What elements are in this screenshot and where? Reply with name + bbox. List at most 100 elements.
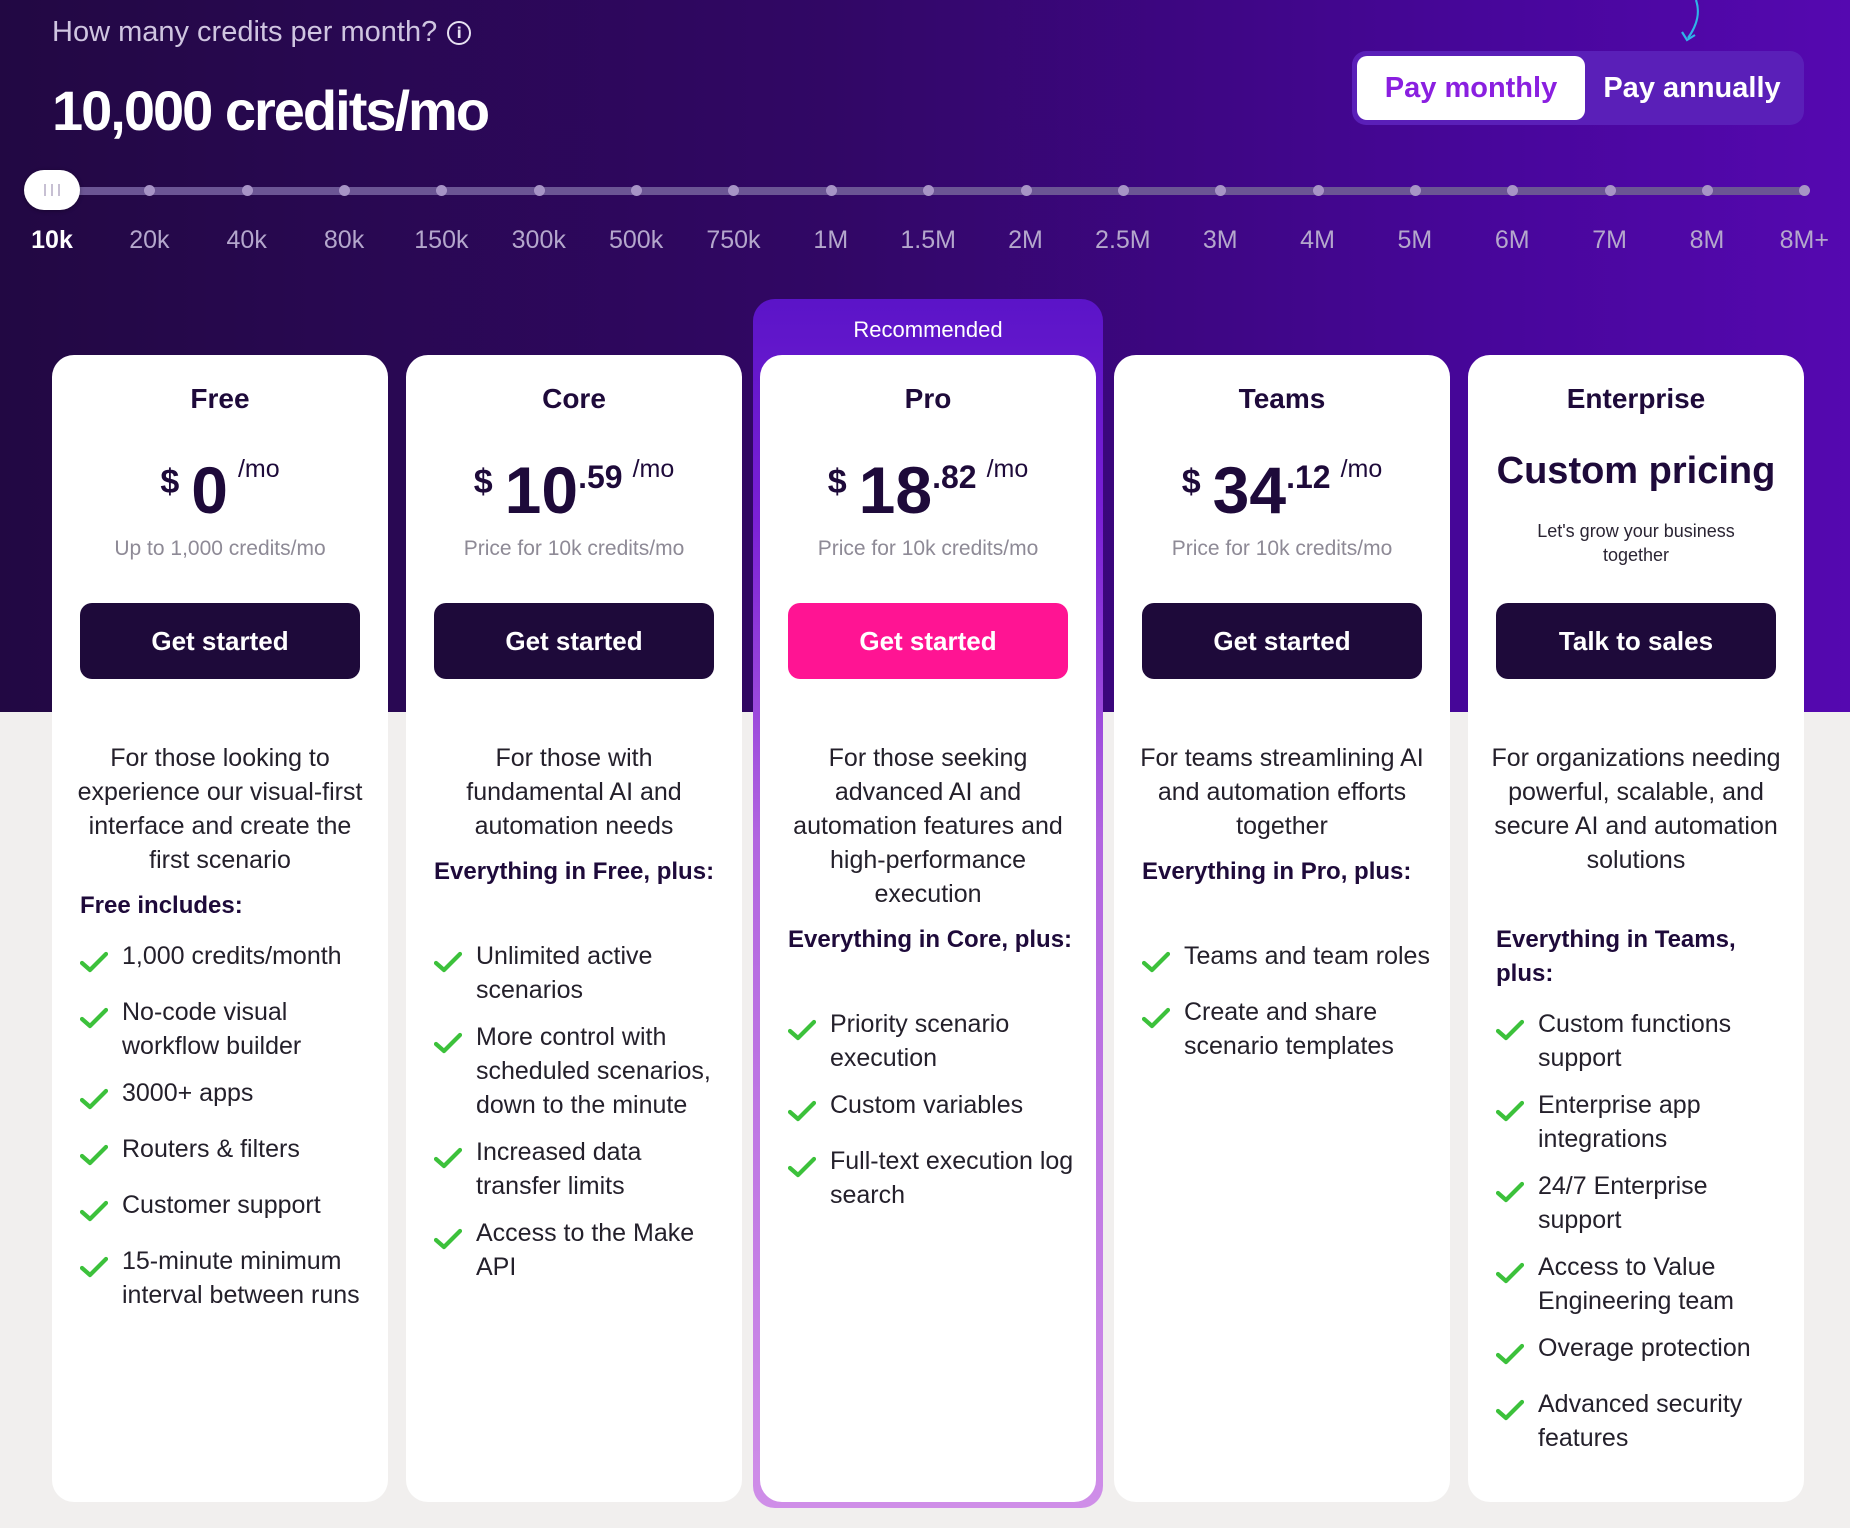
- includes-heading: Everything in Free, plus:: [434, 858, 715, 885]
- slider-step-dot[interactable]: [1604, 185, 1616, 196]
- plan-price: $ 18 .82 /mo: [760, 447, 1096, 523]
- feature-text: Enterprise app integrations: [1538, 1091, 1701, 1153]
- feature-list: Priority scenario execution Custom varia…: [787, 1007, 1078, 1225]
- slider-step-dot[interactable]: [1409, 185, 1421, 196]
- slider-label[interactable]: 2M: [981, 226, 1071, 255]
- checkmark-icon: [433, 1020, 476, 1063]
- credits-question: How many credits per month? i: [52, 16, 472, 49]
- checkmark-icon: [1495, 1088, 1538, 1131]
- pay-monthly-option[interactable]: Pay monthly: [1357, 56, 1585, 120]
- credits-question-text: How many credits per month?: [52, 16, 438, 48]
- feature-text: More control with scheduled scenarios, d…: [476, 1023, 711, 1119]
- plan-card-core: Core $ 10 .59 /mo Price for 10k credits/…: [406, 355, 742, 1502]
- slider-label[interactable]: 8M: [1662, 226, 1752, 255]
- selected-credits-value: 10,000 credits/mo: [52, 79, 490, 142]
- feature-item: Priority scenario execution: [787, 1007, 1078, 1075]
- checkmark-icon: [1495, 1250, 1538, 1293]
- plan-price: $ 10 .59 /mo: [406, 447, 742, 523]
- feature-text: Custom functions support: [1538, 1010, 1732, 1072]
- plan-description: For those seeking advanced AI and automa…: [793, 744, 1063, 908]
- slider-label[interactable]: 10k: [7, 226, 97, 255]
- feature-text: 15-minute minimum interval between runs: [122, 1247, 360, 1309]
- free-cta-button[interactable]: Get started: [80, 603, 360, 679]
- checkmark-icon: [79, 1188, 122, 1231]
- slider-label[interactable]: 3M: [1175, 226, 1265, 255]
- slider-label[interactable]: 150k: [396, 226, 486, 255]
- plan-card-pro: Pro $ 18 .82 /mo Price for 10k credits/m…: [760, 355, 1096, 1502]
- price-period: /mo: [237, 455, 280, 483]
- price-integer: 10: [504, 453, 579, 527]
- slider-step-dot[interactable]: [1312, 185, 1324, 196]
- core-cta-button[interactable]: Get started: [434, 603, 714, 679]
- slider-step-dot[interactable]: [1117, 185, 1129, 196]
- checkmark-icon: [787, 1088, 830, 1131]
- slider-label[interactable]: 6M: [1467, 226, 1557, 255]
- feature-item: Access to Value Engineering team: [1495, 1250, 1786, 1318]
- price-period: /mo: [1340, 455, 1383, 483]
- slider-step-dot[interactable]: [241, 185, 253, 196]
- includes-heading: Everything in Core, plus:: [788, 926, 1073, 953]
- plan-card-free: Free $ 0 /mo Up to 1,000 credits/mo Get …: [52, 355, 388, 1502]
- feature-item: Access to the Make API: [433, 1216, 724, 1284]
- checkmark-icon: [1495, 1169, 1538, 1212]
- slider-label[interactable]: 1.5M: [883, 226, 973, 255]
- slider-label[interactable]: 500k: [591, 226, 681, 255]
- plan-name: Free: [190, 383, 250, 414]
- feature-item: Full-text execution log search: [787, 1144, 1078, 1212]
- slider-label[interactable]: 1M: [786, 226, 876, 255]
- slider-step-dot[interactable]: [339, 185, 351, 196]
- checkmark-icon: [1495, 1331, 1538, 1374]
- info-icon[interactable]: i: [447, 20, 472, 45]
- feature-text: Advanced security features: [1538, 1390, 1743, 1452]
- includes-heading: Free includes:: [80, 892, 243, 919]
- price-integer: 18: [858, 453, 933, 527]
- feature-item: More control with scheduled scenarios, d…: [433, 1020, 724, 1122]
- pro-cta-button[interactable]: Get started: [788, 603, 1068, 679]
- feature-text: Custom variables: [830, 1091, 1024, 1119]
- feature-text: Teams and team roles: [1184, 942, 1430, 970]
- checkmark-icon: [79, 939, 122, 982]
- feature-text: 3000+ apps: [122, 1079, 254, 1107]
- feature-list: Custom functions support Enterprise app …: [1495, 1007, 1786, 1468]
- feature-text: 1,000 credits/month: [122, 942, 342, 970]
- price-period: /mo: [986, 455, 1029, 483]
- slider-label[interactable]: 4M: [1273, 226, 1363, 255]
- slider-label[interactable]: 80k: [299, 226, 389, 255]
- feature-item: Routers & filters: [79, 1132, 370, 1175]
- plan-description: For those with fundamental AI and automa…: [466, 744, 682, 840]
- price-note: Price for 10k credits/mo: [463, 537, 685, 560]
- slider-label[interactable]: 20k: [104, 226, 194, 255]
- price-decimal: .59: [578, 459, 623, 495]
- slider-label[interactable]: 5M: [1370, 226, 1460, 255]
- price-note: Price for 10k credits/mo: [1171, 537, 1393, 560]
- slider-step-dot[interactable]: [1701, 185, 1713, 196]
- plan-description: For those looking to experience our visu…: [77, 744, 363, 874]
- curly-arrow-icon: [1681, 0, 1699, 42]
- feature-list: Teams and team roles Create and share sc…: [1141, 939, 1432, 1076]
- slider-label[interactable]: 40k: [202, 226, 292, 255]
- slider-label[interactable]: 750k: [688, 226, 778, 255]
- slider-label[interactable]: 7M: [1565, 226, 1655, 255]
- slider-label[interactable]: 8M+: [1759, 226, 1849, 255]
- feature-item: Create and share scenario templates: [1141, 995, 1432, 1063]
- slider-label[interactable]: 300k: [494, 226, 584, 255]
- billing-toggle: Pay monthly Pay annually: [1352, 51, 1804, 125]
- checkmark-icon: [1141, 995, 1184, 1038]
- checkmark-icon: [787, 1007, 830, 1050]
- checkmark-icon: [1141, 939, 1184, 982]
- feature-text: 24/7 Enterprise support: [1538, 1172, 1708, 1234]
- slider-step-dot[interactable]: [825, 185, 837, 196]
- checkmark-icon: [79, 995, 122, 1038]
- slider-step-dot[interactable]: [533, 185, 545, 196]
- enterprise-cta-button[interactable]: Talk to sales: [1496, 603, 1776, 679]
- feature-item: Increased data transfer limits: [433, 1135, 724, 1203]
- feature-item: Enterprise app integrations: [1495, 1088, 1786, 1156]
- pay-annually-option[interactable]: Pay annually: [1585, 56, 1799, 120]
- slider-label[interactable]: 2.5M: [1078, 226, 1168, 255]
- slider-step-dot[interactable]: [1020, 185, 1032, 196]
- includes-heading: Everything in Teams, plus:: [1496, 926, 1736, 987]
- credits-slider-thumb[interactable]: [24, 170, 80, 210]
- feature-item: Teams and team roles: [1141, 939, 1432, 982]
- feature-text: Customer support: [122, 1191, 321, 1219]
- teams-cta-button[interactable]: Get started: [1142, 603, 1422, 679]
